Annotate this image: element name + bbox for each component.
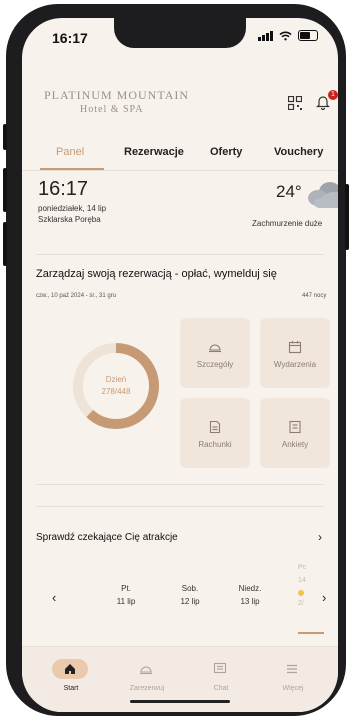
receipt-icon bbox=[209, 420, 221, 434]
tile-szczegoly[interactable]: Szczegóły bbox=[180, 318, 250, 388]
top-tabs: Panel Rezerwacje Oferty Vouchery bbox=[22, 142, 338, 171]
wifi-icon bbox=[279, 31, 292, 40]
divider bbox=[36, 254, 324, 255]
survey-icon bbox=[289, 420, 301, 434]
day-item[interactable]: Niedz. 13 lip bbox=[230, 584, 270, 606]
home-icon bbox=[65, 664, 75, 674]
dynamic-island bbox=[114, 18, 246, 48]
day-name: Pc bbox=[298, 564, 307, 571]
clock-date: poniedziałek, 14 lip bbox=[38, 204, 107, 213]
status-icons bbox=[258, 30, 318, 41]
nav-wiecej[interactable]: Więcej bbox=[258, 647, 328, 697]
signal-icon bbox=[258, 30, 273, 41]
tab-rezerwacje[interactable]: Rezerwacje bbox=[124, 146, 184, 158]
nav-start[interactable]: Start bbox=[36, 647, 106, 697]
cloud-icon bbox=[308, 182, 338, 208]
tile-ankiety[interactable]: Ankiety bbox=[260, 398, 330, 468]
app-screen: 16:17 PLATINUM MOUNTAIN Hotel & SPA 1 Pa… bbox=[22, 18, 338, 712]
day-name: Pt. bbox=[121, 584, 131, 593]
tab-vouchery[interactable]: Vouchery bbox=[274, 146, 323, 158]
volume-down-button bbox=[3, 222, 7, 266]
day-date: 13 lip bbox=[240, 597, 260, 606]
day-item[interactable]: Pt. 11 lip bbox=[106, 584, 146, 606]
volume-up-button bbox=[3, 168, 7, 212]
reservation-title: Zarządzaj swoją rezerwacją - opłać, wyme… bbox=[36, 268, 277, 280]
app-header: PLATINUM MOUNTAIN Hotel & SPA 1 bbox=[22, 78, 338, 138]
menu-icon bbox=[287, 664, 297, 674]
day-name: Niedz. bbox=[238, 584, 262, 593]
prev-day-chevron-icon[interactable]: ‹ bbox=[52, 590, 56, 605]
stay-progress-donut: Dzień 278/448 bbox=[68, 338, 164, 434]
attractions-title: Sprawdź czekające Cię atrakcje bbox=[36, 532, 178, 543]
home-indicator bbox=[130, 700, 230, 703]
tile-label: Rachunki bbox=[198, 440, 232, 449]
nav-label: Zarezerwuj bbox=[129, 685, 165, 692]
bell-dome-icon bbox=[140, 666, 152, 675]
sun-icon bbox=[298, 590, 304, 596]
donut-chart bbox=[73, 343, 159, 429]
phone-frame: 16:17 PLATINUM MOUNTAIN Hotel & SPA 1 Pa… bbox=[3, 4, 349, 716]
day-item-partial[interactable]: Pc 14 2/ bbox=[298, 564, 312, 634]
day-number: 14 bbox=[298, 577, 306, 584]
divider bbox=[36, 484, 324, 485]
brand-subtitle: Hotel & SPA bbox=[80, 104, 144, 115]
progress-day-label: Dzień bbox=[105, 375, 127, 384]
divider bbox=[36, 506, 324, 507]
temperature: 24° bbox=[276, 182, 302, 201]
reservation-nights: 447 nocy bbox=[302, 293, 327, 299]
tile-wydarzenia[interactable]: Wydarzenia bbox=[260, 318, 330, 388]
attractions-more-icon[interactable]: › bbox=[318, 530, 322, 544]
day-item[interactable]: Sob. 12 lip bbox=[170, 584, 210, 606]
location-name: Szklarska Poręba bbox=[38, 215, 101, 224]
nav-zarezerwuj[interactable]: Zarezerwuj bbox=[112, 647, 182, 697]
day-date: 12 lip bbox=[180, 597, 200, 606]
bell-dome-icon bbox=[209, 344, 221, 353]
notification-badge: 1 bbox=[328, 90, 338, 100]
progress-day-value: 278/448 bbox=[101, 387, 131, 396]
clock-weather-card: 16:17 poniedziałek, 14 lip Szklarska Por… bbox=[36, 178, 338, 248]
attractions-days: ‹ Pt. 11 lip Sob. 12 lip Niedz. 13 lip P… bbox=[22, 564, 338, 634]
power-button bbox=[345, 184, 349, 250]
reservation-dates: czw., 10 paź 2024 - śr., 31 gru bbox=[36, 293, 117, 299]
qr-code-icon[interactable] bbox=[288, 96, 302, 110]
selected-day-indicator bbox=[298, 632, 324, 634]
nav-label: Więcej bbox=[282, 685, 304, 692]
tile-label: Ankiety bbox=[281, 440, 309, 449]
brand-name: PLATINUM MOUNTAIN bbox=[44, 88, 190, 102]
day-name: Sob. bbox=[181, 584, 199, 593]
nav-chat[interactable]: Chat bbox=[186, 647, 256, 697]
tab-panel[interactable]: Panel bbox=[56, 146, 84, 158]
tile-rachunki[interactable]: Rachunki bbox=[180, 398, 250, 468]
tab-oferty[interactable]: Oferty bbox=[210, 146, 242, 158]
clock-time: 16:17 bbox=[38, 178, 89, 200]
status-time: 16:17 bbox=[52, 30, 88, 46]
nav-label: Start bbox=[63, 685, 79, 692]
weather-description: Zachmurzenie duże bbox=[252, 219, 323, 228]
chat-icon bbox=[213, 662, 227, 674]
mute-switch bbox=[3, 124, 7, 150]
battery-icon bbox=[298, 30, 318, 41]
nav-label: Chat bbox=[213, 685, 229, 692]
tile-label: Szczegóły bbox=[196, 360, 234, 369]
tile-label: Wydarzenia bbox=[273, 360, 317, 369]
calendar-icon bbox=[288, 341, 302, 354]
active-tab-indicator bbox=[40, 168, 104, 170]
day-date: 11 lip bbox=[116, 597, 136, 606]
next-day-chevron-icon[interactable]: › bbox=[322, 590, 326, 605]
day-extra: 2/ bbox=[298, 600, 304, 607]
